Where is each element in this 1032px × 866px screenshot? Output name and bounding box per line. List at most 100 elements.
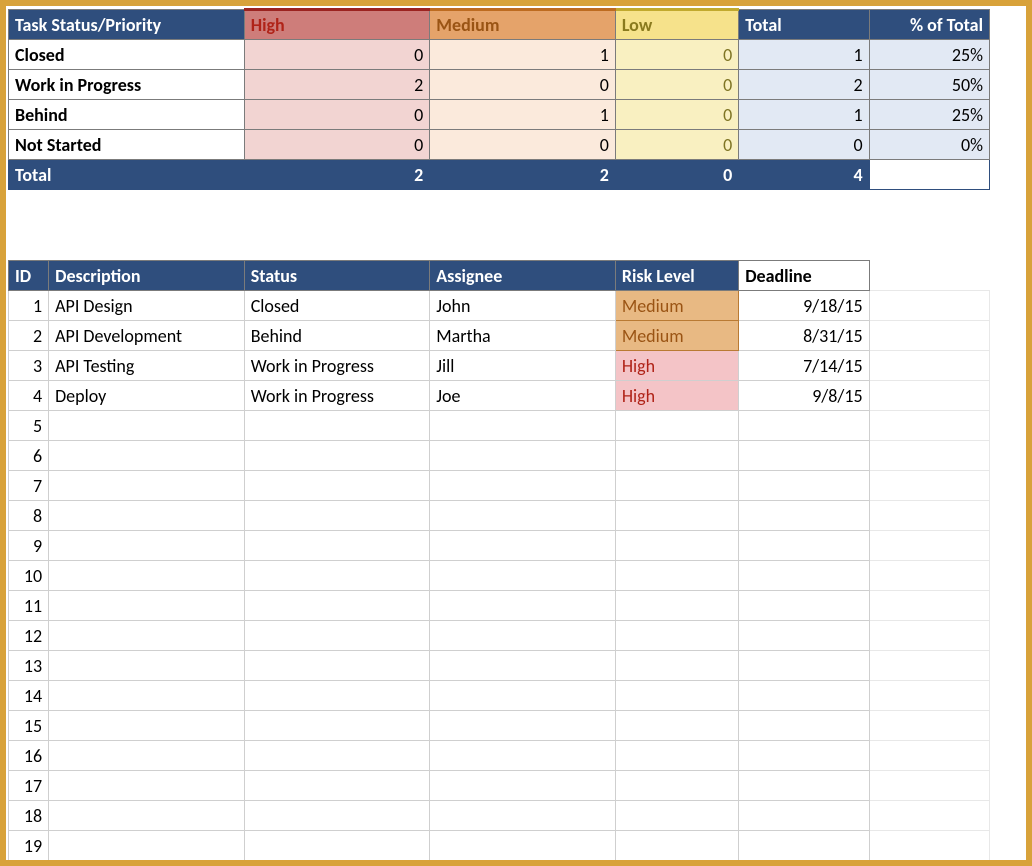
cell-description[interactable]: Deploy bbox=[49, 381, 245, 411]
summary-cell[interactable]: 0 bbox=[615, 40, 738, 70]
cell-deadline[interactable] bbox=[739, 591, 869, 621]
cell-id[interactable]: 1 bbox=[9, 291, 49, 321]
cell-status[interactable]: Behind bbox=[244, 321, 430, 351]
summary-cell[interactable]: 0 bbox=[244, 100, 430, 130]
summary-cell[interactable]: 0 bbox=[739, 130, 869, 160]
summary-total-cell[interactable]: 2 bbox=[244, 160, 430, 190]
summary-cell[interactable]: 50% bbox=[869, 70, 989, 100]
summary-col-low[interactable]: Low bbox=[615, 10, 738, 40]
tasks-col-id[interactable]: ID bbox=[9, 261, 49, 291]
cell-risk[interactable] bbox=[615, 411, 738, 441]
cell-status[interactable] bbox=[244, 441, 430, 471]
cell-risk[interactable] bbox=[615, 531, 738, 561]
cell-status[interactable]: Closed bbox=[244, 291, 430, 321]
cell-assignee[interactable]: John bbox=[430, 291, 616, 321]
cell-deadline[interactable] bbox=[739, 411, 869, 441]
cell-status[interactable] bbox=[244, 501, 430, 531]
cell-filler[interactable] bbox=[869, 561, 989, 591]
cell-filler[interactable] bbox=[869, 321, 989, 351]
cell-deadline[interactable] bbox=[739, 801, 869, 831]
cell-assignee[interactable]: Martha bbox=[430, 321, 616, 351]
cell-description[interactable] bbox=[49, 621, 245, 651]
cell-assignee[interactable]: Jill bbox=[430, 351, 616, 381]
cell-description[interactable] bbox=[49, 561, 245, 591]
summary-cell[interactable]: 2 bbox=[739, 70, 869, 100]
cell-status[interactable] bbox=[244, 801, 430, 831]
summary-row-label[interactable]: Closed bbox=[9, 40, 245, 70]
cell-assignee[interactable] bbox=[430, 471, 616, 501]
cell-status[interactable] bbox=[244, 741, 430, 771]
cell-description[interactable] bbox=[49, 741, 245, 771]
cell-description[interactable] bbox=[49, 411, 245, 441]
tasks-col-assignee[interactable]: Assignee bbox=[430, 261, 616, 291]
cell-filler[interactable] bbox=[869, 531, 989, 561]
cell-risk[interactable] bbox=[615, 741, 738, 771]
cell-id[interactable]: 4 bbox=[9, 381, 49, 411]
cell-filler[interactable] bbox=[869, 711, 989, 741]
cell-risk[interactable] bbox=[615, 831, 738, 861]
cell-deadline[interactable] bbox=[739, 471, 869, 501]
cell-assignee[interactable] bbox=[430, 741, 616, 771]
cell-description[interactable]: API Design bbox=[49, 291, 245, 321]
cell-description[interactable] bbox=[49, 831, 245, 861]
cell-status[interactable] bbox=[244, 531, 430, 561]
cell-status[interactable] bbox=[244, 651, 430, 681]
cell-assignee[interactable] bbox=[430, 831, 616, 861]
cell-filler[interactable] bbox=[869, 651, 989, 681]
cell-risk[interactable]: High bbox=[615, 381, 738, 411]
cell-deadline[interactable] bbox=[739, 561, 869, 591]
cell-deadline[interactable] bbox=[739, 711, 869, 741]
summary-row-label[interactable]: Behind bbox=[9, 100, 245, 130]
summary-cell[interactable]: 1 bbox=[739, 40, 869, 70]
cell-assignee[interactable] bbox=[430, 801, 616, 831]
summary-col-total[interactable]: Total bbox=[739, 10, 869, 40]
cell-risk[interactable] bbox=[615, 681, 738, 711]
summary-row-label[interactable]: Work in Progress bbox=[9, 70, 245, 100]
cell-assignee[interactable]: Joe bbox=[430, 381, 616, 411]
cell-id[interactable]: 3 bbox=[9, 351, 49, 381]
cell-assignee[interactable] bbox=[430, 531, 616, 561]
tasks-col-description[interactable]: Description bbox=[49, 261, 245, 291]
cell-description[interactable] bbox=[49, 681, 245, 711]
cell-description[interactable] bbox=[49, 471, 245, 501]
summary-corner-header[interactable]: Task Status/Priority bbox=[9, 10, 245, 40]
cell-filler[interactable] bbox=[869, 831, 989, 861]
cell-id[interactable]: 10 bbox=[9, 561, 49, 591]
summary-total-label[interactable]: Total bbox=[9, 160, 245, 190]
cell-deadline[interactable] bbox=[739, 621, 869, 651]
cell-description[interactable]: API Development bbox=[49, 321, 245, 351]
summary-cell[interactable]: 0 bbox=[430, 130, 616, 160]
cell-status[interactable] bbox=[244, 711, 430, 741]
cell-description[interactable] bbox=[49, 591, 245, 621]
cell-deadline[interactable]: 9/8/15 bbox=[739, 381, 869, 411]
cell-deadline[interactable] bbox=[739, 441, 869, 471]
cell-status[interactable] bbox=[244, 471, 430, 501]
summary-row-label[interactable]: Not Started bbox=[9, 130, 245, 160]
summary-cell[interactable]: 0 bbox=[615, 100, 738, 130]
cell-risk[interactable] bbox=[615, 501, 738, 531]
cell-deadline[interactable]: 8/31/15 bbox=[739, 321, 869, 351]
tasks-col-risk[interactable]: Risk Level bbox=[615, 261, 738, 291]
cell-deadline[interactable]: 9/18/15 bbox=[739, 291, 869, 321]
cell-deadline[interactable] bbox=[739, 741, 869, 771]
cell-assignee[interactable] bbox=[430, 651, 616, 681]
cell-assignee[interactable] bbox=[430, 561, 616, 591]
cell-risk[interactable]: Medium bbox=[615, 321, 738, 351]
cell-id[interactable]: 15 bbox=[9, 711, 49, 741]
cell-filler[interactable] bbox=[869, 291, 989, 321]
cell-id[interactable]: 13 bbox=[9, 651, 49, 681]
cell-deadline[interactable]: 7/14/15 bbox=[739, 351, 869, 381]
cell-status[interactable] bbox=[244, 561, 430, 591]
spreadsheet-sheet[interactable]: Task Status/Priority High Medium Low Tot… bbox=[0, 0, 1032, 866]
cell-deadline[interactable] bbox=[739, 531, 869, 561]
summary-cell[interactable]: 2 bbox=[244, 70, 430, 100]
cell-filler[interactable] bbox=[869, 801, 989, 831]
cell-deadline[interactable] bbox=[739, 651, 869, 681]
cell-status[interactable] bbox=[244, 771, 430, 801]
summary-total-cell[interactable]: 4 bbox=[739, 160, 869, 190]
summary-cell[interactable]: 0 bbox=[244, 130, 430, 160]
cell-id[interactable]: 16 bbox=[9, 741, 49, 771]
cell-filler[interactable] bbox=[869, 741, 989, 771]
cell-filler[interactable] bbox=[869, 621, 989, 651]
cell-filler[interactable] bbox=[869, 681, 989, 711]
